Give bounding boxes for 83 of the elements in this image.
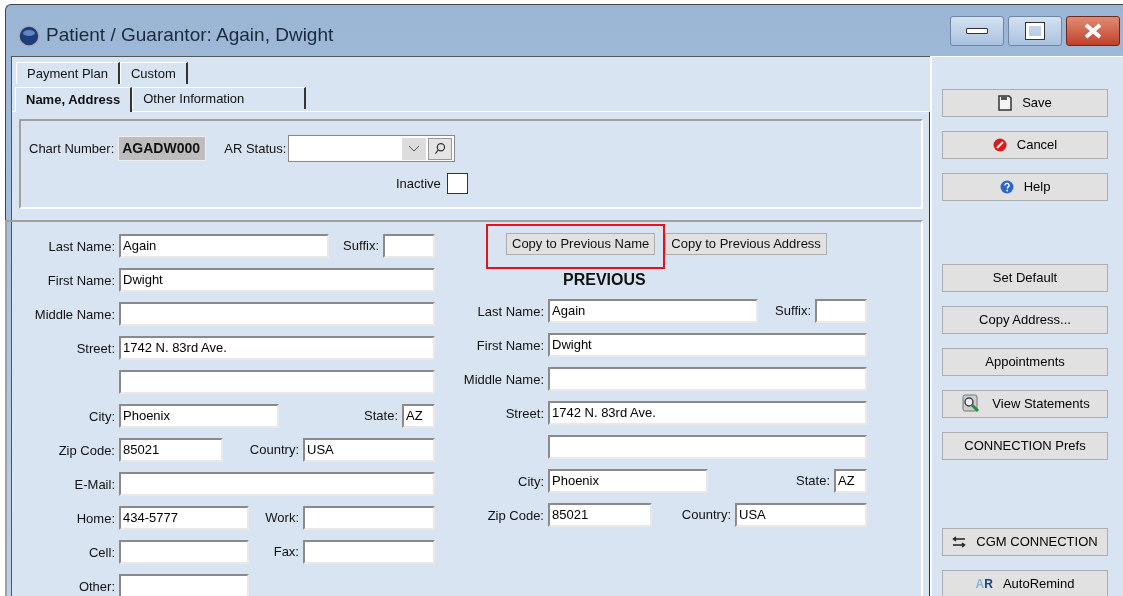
search-icon: [428, 137, 453, 160]
text-field[interactable]: [548, 367, 867, 391]
text-field[interactable]: Again: [119, 234, 329, 258]
field-label: Zip Code:: [58, 443, 115, 458]
close-icon: [1082, 21, 1104, 40]
field-label: Fax:: [273, 543, 300, 562]
cancel-icon: [992, 138, 1007, 152]
field-label: AR Status:: [224, 139, 288, 158]
ar-status-dropdown[interactable]: [288, 135, 456, 162]
chevron-down-icon: [402, 137, 427, 160]
field-label: State:: [364, 407, 399, 426]
text-field[interactable]: [119, 540, 249, 564]
tab[interactable]: Name, Address: [15, 87, 133, 112]
field-label: E-Mail:: [74, 477, 115, 492]
text-field[interactable]: [815, 299, 867, 323]
field-label: Country:: [681, 506, 732, 525]
field-label: City:: [89, 409, 115, 424]
side-button[interactable]: Appointments: [942, 348, 1108, 376]
close-button[interactable]: [1066, 15, 1120, 46]
text-field[interactable]: AZ: [402, 404, 435, 428]
chart-number-field: AGADW000: [118, 136, 207, 161]
field-label: Last Name:: [48, 239, 115, 254]
tab[interactable]: Other Information: [132, 87, 307, 109]
text-field[interactable]: [303, 540, 435, 564]
field-label: Work:: [265, 509, 300, 528]
field-label: Chart Number:: [29, 139, 116, 158]
field-label: Middle Name:: [463, 372, 544, 387]
side-button[interactable]: CONNECTION Prefs: [942, 432, 1108, 460]
text-field[interactable]: 434-5777: [119, 506, 249, 530]
text-field[interactable]: USA: [735, 503, 867, 527]
tab[interactable]: Custom: [119, 62, 188, 84]
field-label: First Name:: [47, 273, 115, 288]
text-field[interactable]: Phoenix: [119, 404, 279, 428]
field-label: Home:: [76, 511, 115, 526]
copy-button[interactable]: Copy to Previous Address: [665, 232, 827, 255]
text-field[interactable]: Dwight: [119, 268, 435, 292]
side-button[interactable]: View Statements: [942, 390, 1108, 418]
help-icon: [999, 180, 1014, 194]
maximize-button[interactable]: [1008, 15, 1062, 46]
text-field[interactable]: [119, 302, 435, 326]
text-field[interactable]: 1742 N. 83rd Ave.: [119, 336, 435, 360]
side-button[interactable]: Set Default: [942, 264, 1108, 292]
side-button[interactable]: Help: [942, 173, 1108, 201]
tab[interactable]: Payment Plan: [16, 62, 120, 84]
text-field[interactable]: 85021: [548, 503, 652, 527]
field-label: Cell:: [89, 545, 115, 560]
exchange-arrows-icon: [952, 536, 967, 548]
field-label: Middle Name:: [34, 307, 115, 322]
text-field[interactable]: 1742 N. 83rd Ave.: [548, 401, 867, 425]
text-field[interactable]: [119, 370, 435, 394]
side-button[interactable]: Copy Address...: [942, 306, 1108, 334]
field-label: Other:: [78, 579, 115, 594]
field-label: City:: [518, 474, 544, 489]
text-field[interactable]: [119, 574, 249, 596]
text-field[interactable]: Again: [548, 299, 758, 323]
field-label: Zip Code:: [487, 508, 544, 523]
field-label: Last Name:: [477, 304, 544, 319]
window-title: Patient / Guarantor: Again, Dwight: [46, 23, 334, 48]
field-label: Street:: [76, 341, 115, 356]
app-logo-icon: [18, 24, 40, 47]
minimize-button[interactable]: [950, 15, 1004, 46]
text-field[interactable]: [303, 506, 435, 530]
side-button[interactable]: CGM CONNECTION: [942, 528, 1108, 556]
text-field[interactable]: Phoenix: [548, 469, 708, 493]
copy-button[interactable]: Copy to Previous Name: [506, 232, 656, 255]
text-field[interactable]: USA: [303, 438, 435, 462]
text-field[interactable]: [119, 472, 435, 496]
field-label: State:: [796, 472, 831, 491]
text-field[interactable]: Dwight: [548, 333, 867, 357]
section-heading: PREVIOUS: [563, 270, 646, 290]
text-field[interactable]: [383, 234, 435, 258]
side-button[interactable]: Cancel: [942, 131, 1108, 159]
text-field[interactable]: AZ: [834, 469, 867, 493]
field-label: Country:: [249, 441, 300, 460]
save-button[interactable]: Save: [942, 89, 1108, 117]
field-label: Suffix:: [343, 237, 380, 256]
text-field[interactable]: [548, 435, 867, 459]
field-label: Street:: [505, 406, 544, 421]
field-label: First Name:: [476, 338, 544, 353]
field-label: Suffix:: [775, 302, 812, 321]
field-label: Inactive: [396, 174, 442, 193]
side-button[interactable]: AR AutoRemind: [942, 570, 1108, 596]
text-field[interactable]: 85021: [119, 438, 223, 462]
